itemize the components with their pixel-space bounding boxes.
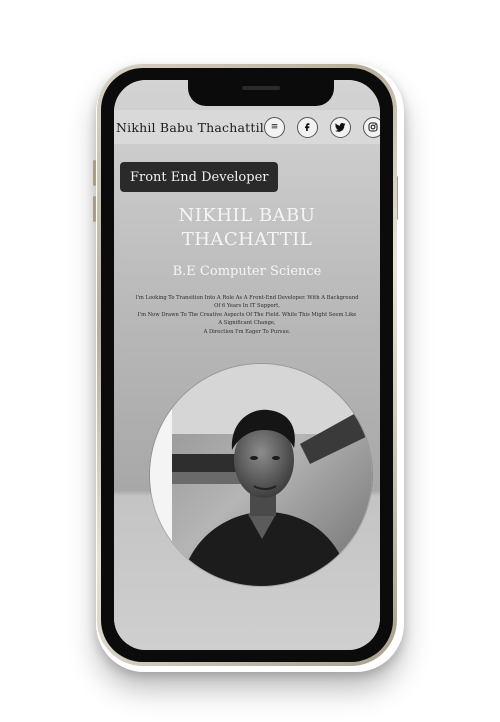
hero-name-line-2: THACHATTIL xyxy=(181,229,313,250)
site-navbar: Nikhil Babu Thachattil ≡ xyxy=(114,110,380,144)
profile-photo xyxy=(150,364,372,586)
hero-name: NIKHIL BABU THACHATTIL xyxy=(114,204,380,252)
facebook-icon[interactable] xyxy=(296,116,318,138)
role-badge: Front End Developer xyxy=(120,162,279,192)
mockup-stage: Nikhil Babu Thachattil ≡ Front End Devel… xyxy=(0,0,500,722)
degree-subtitle: B.E Computer Science xyxy=(172,264,322,279)
bio-line: I'm Now Drawn To The Creative Aspects Of… xyxy=(137,311,357,318)
hero-name-line-1: NIKHIL BABU xyxy=(178,205,316,226)
portfolio-page: Nikhil Babu Thachattil ≡ Front End Devel… xyxy=(114,80,380,650)
phone-screen: Nikhil Babu Thachattil ≡ Front End Devel… xyxy=(114,80,380,650)
bio-line: A Significant Change, xyxy=(218,320,276,327)
twitter-icon[interactable] xyxy=(329,116,351,138)
instagram-icon[interactable] xyxy=(362,116,380,138)
phone-notch xyxy=(188,80,334,106)
speaker-grille xyxy=(242,86,280,90)
nav-icon-group: ≡ xyxy=(263,116,380,138)
phone-frame: Nikhil Babu Thachattil ≡ Front End Devel… xyxy=(97,64,397,666)
phone-bezel: Nikhil Babu Thachattil ≡ Front End Devel… xyxy=(101,68,393,662)
menu-icon[interactable]: ≡ xyxy=(263,116,285,138)
bio-line: Of 6 Years In IT Support, xyxy=(214,303,280,310)
bio-paragraph: I'm Looking To Transition Into A Role As… xyxy=(118,294,376,336)
volume-up-button xyxy=(93,160,96,186)
volume-down-button xyxy=(93,196,96,222)
site-brand[interactable]: Nikhil Babu Thachattil xyxy=(116,120,264,135)
bio-line: A Direction I'm Eager To Pursue. xyxy=(203,328,291,335)
bio-line: I'm Looking To Transition Into A Role As… xyxy=(135,295,359,301)
